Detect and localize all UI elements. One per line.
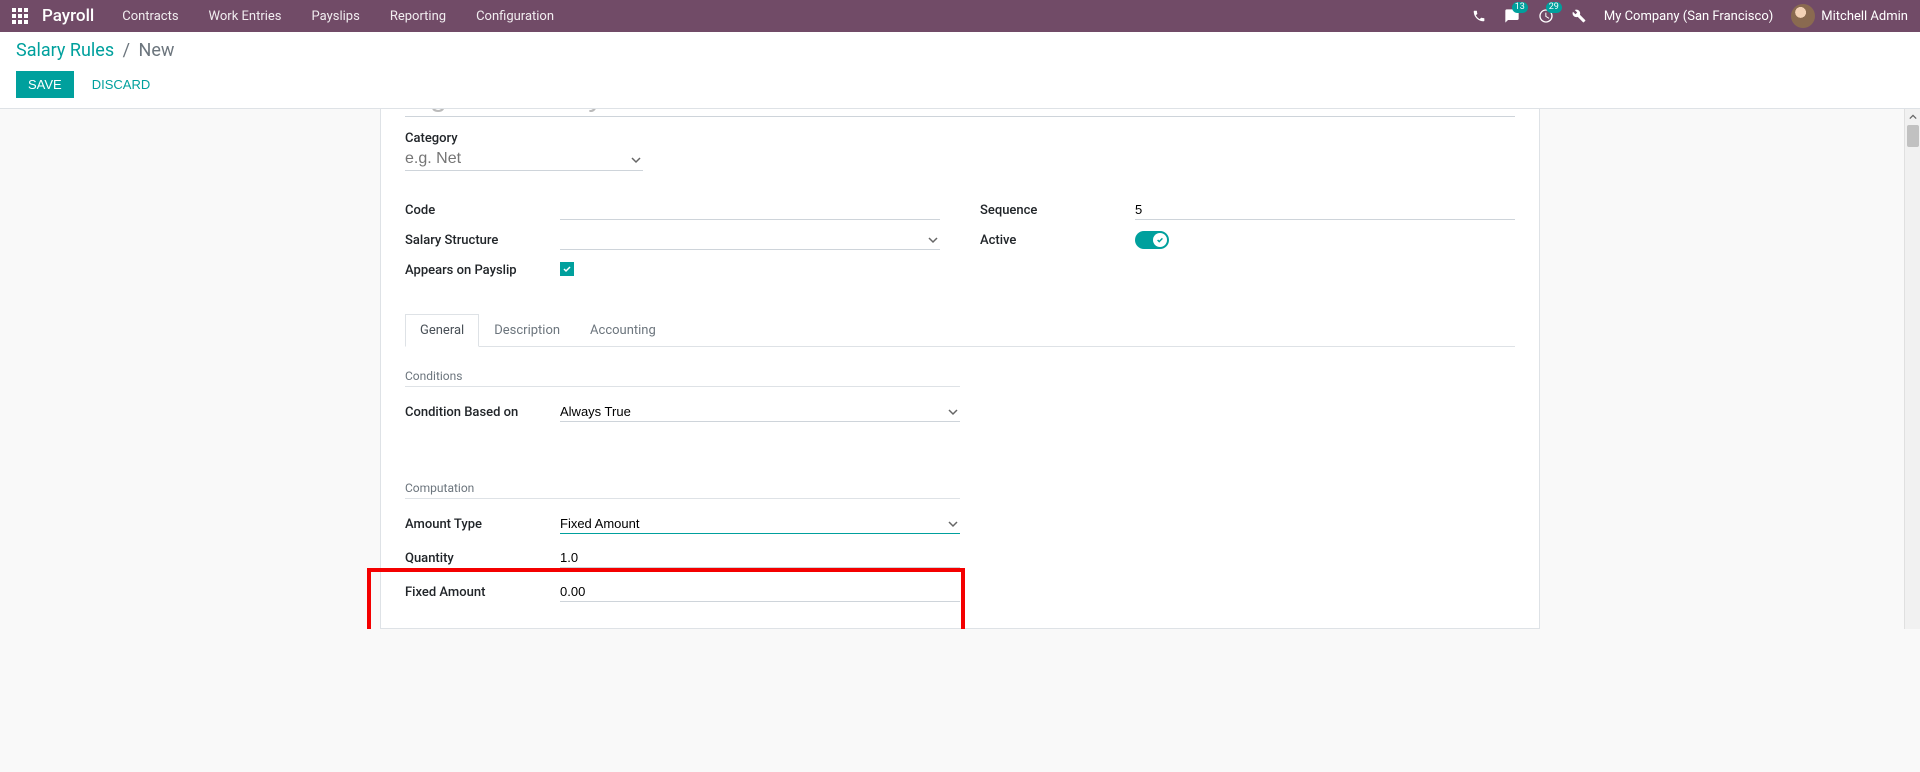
breadcrumb-parent[interactable]: Salary Rules [16,40,114,61]
main-area: Category Code Salary Structure [0,109,1920,629]
tabs: General Description Accounting [405,313,1515,347]
appears-on-payslip-label: Appears on Payslip [405,263,560,278]
user-menu[interactable]: Mitchell Admin [1791,4,1908,28]
menu-work-entries[interactable]: Work Entries [209,9,282,24]
active-label: Active [980,233,1135,248]
caret-down-icon [928,234,938,249]
activities-badge: 29 [1546,2,1562,13]
breadcrumb: Salary Rules / New [16,40,1904,61]
sequence-label: Sequence [980,203,1135,218]
messages-badge: 13 [1512,2,1528,13]
tab-description[interactable]: Description [479,314,575,347]
conditions-section-title: Conditions [405,369,960,387]
activities-icon[interactable]: 29 [1538,8,1554,24]
user-name: Mitchell Admin [1821,9,1908,24]
caret-down-icon [948,518,958,533]
phone-icon[interactable] [1472,9,1486,23]
salary-structure-label: Salary Structure [405,233,560,248]
quantity-input[interactable] [560,548,960,568]
sequence-input[interactable] [1135,200,1515,220]
tab-general[interactable]: General [405,314,479,347]
scroll-thumb[interactable] [1907,125,1919,147]
menu-contracts[interactable]: Contracts [122,9,178,24]
menu-reporting[interactable]: Reporting [390,9,446,24]
amount-type-label: Amount Type [405,517,560,532]
quantity-label: Quantity [405,551,560,566]
menu-payslips[interactable]: Payslips [312,9,360,24]
amount-type-select[interactable] [560,514,960,534]
menu-configuration[interactable]: Configuration [476,9,554,24]
vertical-scrollbar[interactable] [1904,109,1920,629]
category-label: Category [405,131,1515,146]
breadcrumb-current: New [139,40,175,61]
active-toggle[interactable] [1135,231,1169,249]
fixed-amount-label: Fixed Amount [405,585,560,600]
condition-based-on-label: Condition Based on [405,405,560,420]
name-input[interactable] [405,109,1515,117]
discard-button[interactable]: DISCARD [80,71,163,98]
category-input[interactable] [405,148,643,171]
apps-icon[interactable] [12,8,28,24]
condition-based-on-select[interactable] [560,402,960,422]
caret-down-icon [948,406,958,421]
app-brand[interactable]: Payroll [42,6,94,26]
form-sheet: Category Code Salary Structure [380,109,1540,629]
computation-section-title: Computation [405,481,960,499]
appears-on-payslip-checkbox[interactable] [560,262,574,276]
scroll-up-arrow[interactable] [1905,109,1920,125]
code-input[interactable] [560,200,940,220]
save-button[interactable]: SAVE [16,71,74,98]
tab-accounting[interactable]: Accounting [575,314,671,347]
messages-icon[interactable]: 13 [1504,8,1520,24]
main-menu: Contracts Work Entries Payslips Reportin… [122,9,1472,24]
debug-icon[interactable] [1572,9,1586,23]
code-label: Code [405,203,560,218]
avatar [1791,4,1815,28]
company-switcher[interactable]: My Company (San Francisco) [1604,9,1773,24]
control-panel: Salary Rules / New SAVE DISCARD [0,32,1920,109]
salary-structure-input[interactable] [560,230,940,250]
fixed-amount-input[interactable] [560,582,960,602]
top-navbar: Payroll Contracts Work Entries Payslips … [0,0,1920,32]
